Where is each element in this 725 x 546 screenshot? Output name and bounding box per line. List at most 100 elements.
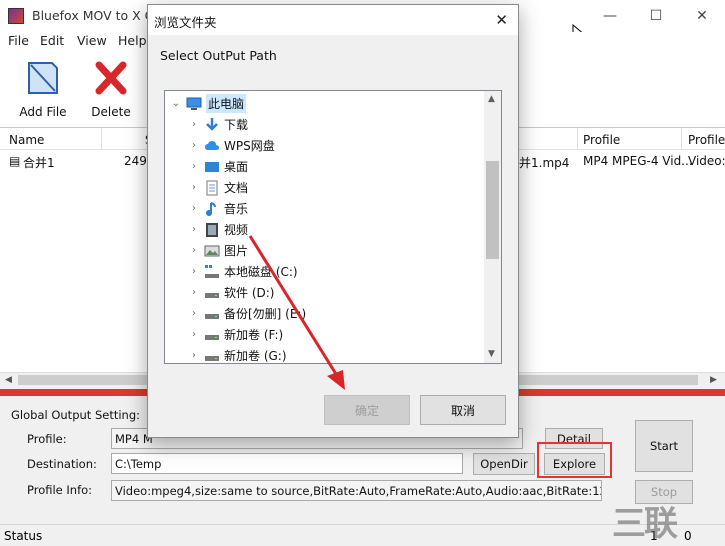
tree-label: 软件 (D:) bbox=[224, 286, 275, 300]
tree-label: 新加卷 (G:) bbox=[224, 349, 287, 363]
delete-button[interactable]: Delete bbox=[81, 56, 141, 122]
tree-item-drive-c[interactable]: › 本地磁盘 (C:) bbox=[187, 261, 298, 282]
delete-icon bbox=[95, 61, 127, 95]
chevron-right-icon[interactable]: › bbox=[187, 245, 201, 256]
add-file-icon bbox=[28, 62, 58, 94]
destination-label: Destination: bbox=[27, 457, 97, 471]
dialog-instruction: Select OutPut Path bbox=[160, 48, 277, 63]
chevron-right-icon[interactable]: › bbox=[187, 140, 201, 151]
tree-label: 音乐 bbox=[224, 202, 249, 216]
music-icon bbox=[206, 201, 216, 216]
drive-icon bbox=[205, 334, 219, 340]
dialog-title: 浏览文件夹 bbox=[154, 15, 217, 30]
profile-info-label: Profile Info: bbox=[27, 483, 93, 497]
chevron-right-icon[interactable]: › bbox=[187, 350, 201, 361]
folder-tree: ⌄ 此电脑 › 下载 › WPS网盘 › 桌面 › 文档 › 音乐 › 视频 ›… bbox=[164, 90, 502, 364]
row-profile-info: Video:r bbox=[688, 154, 725, 168]
delete-label: Delete bbox=[91, 105, 131, 119]
start-button[interactable]: Start bbox=[635, 420, 693, 472]
column-divider[interactable] bbox=[681, 128, 682, 150]
drive-icon bbox=[205, 355, 219, 361]
tree-label: 此电脑 bbox=[206, 94, 247, 113]
profile-label: Profile: bbox=[27, 432, 67, 446]
drive-icon bbox=[205, 292, 219, 298]
chevron-right-icon[interactable]: › bbox=[187, 161, 201, 172]
row-output: 并1.mp4 bbox=[519, 156, 570, 170]
tree-item-videos[interactable]: › 视频 bbox=[187, 219, 248, 240]
scroll-left-icon[interactable]: ◀ bbox=[5, 375, 12, 385]
close-button[interactable]: ✕ bbox=[679, 0, 725, 32]
chevron-right-icon[interactable]: › bbox=[187, 329, 201, 340]
browse-folder-dialog: 浏览文件夹 ✕ Select OutPut Path ⌄ 此电脑 › 下载 › … bbox=[147, 4, 519, 438]
tree-item-music[interactable]: › 音乐 bbox=[187, 198, 248, 219]
menu-help[interactable]: Help bbox=[118, 33, 147, 48]
row-profile: MP4 MPEG-4 Vid... bbox=[583, 154, 693, 168]
chevron-right-icon[interactable]: › bbox=[187, 224, 201, 235]
cancel-button[interactable]: 取消 bbox=[420, 395, 506, 425]
column-name[interactable]: Name bbox=[9, 133, 44, 147]
menu-file[interactable]: File bbox=[8, 33, 29, 48]
tree-label: 桌面 bbox=[224, 160, 249, 174]
system-drive-icon bbox=[205, 264, 219, 278]
tree-label: 文档 bbox=[224, 181, 249, 195]
picture-icon bbox=[204, 245, 220, 256]
tree-item-drive-e[interactable]: › 备份[勿删] (E:) bbox=[187, 303, 306, 324]
ok-button[interactable]: 确定 bbox=[324, 395, 410, 425]
tree-label: WPS网盘 bbox=[224, 139, 275, 153]
chevron-down-icon[interactable]: ⌄ bbox=[169, 98, 183, 109]
scroll-thumb[interactable] bbox=[486, 161, 499, 259]
download-icon bbox=[206, 117, 218, 131]
dialog-close-icon[interactable]: ✕ bbox=[495, 11, 508, 29]
tree-item-documents[interactable]: › 文档 bbox=[187, 177, 248, 198]
document-icon bbox=[206, 180, 218, 195]
tree-item-drive-f[interactable]: › 新加卷 (F:) bbox=[187, 324, 283, 345]
minimize-button[interactable]: — bbox=[587, 0, 633, 32]
column-divider[interactable] bbox=[101, 128, 102, 150]
add-file-label: Add File bbox=[19, 105, 67, 119]
tree-item-wps-cloud[interactable]: › WPS网盘 bbox=[187, 135, 275, 156]
window-title: Bluefox MOV to X C bbox=[32, 8, 154, 23]
scroll-up-icon[interactable]: ▲ bbox=[488, 94, 495, 104]
tree-item-drive-d[interactable]: › 软件 (D:) bbox=[187, 282, 274, 303]
chevron-right-icon[interactable]: › bbox=[187, 119, 201, 130]
status-text: Status bbox=[4, 529, 43, 543]
menu-view[interactable]: View bbox=[77, 33, 107, 48]
chevron-right-icon[interactable]: › bbox=[187, 308, 201, 319]
drive-icon bbox=[205, 313, 219, 319]
profile-info-field[interactable]: Video:mpeg4,size:same to source,BitRate:… bbox=[111, 480, 602, 501]
global-output-label: Global Output Setting: bbox=[11, 408, 140, 422]
app-icon bbox=[8, 8, 24, 24]
tree-item-this-pc[interactable]: ⌄ 此电脑 bbox=[169, 93, 247, 114]
column-profile[interactable]: Profile bbox=[583, 133, 620, 147]
cloud-icon bbox=[205, 140, 219, 150]
scroll-right-icon[interactable]: ▶ bbox=[710, 375, 717, 385]
chevron-right-icon[interactable]: › bbox=[187, 182, 201, 193]
row-name: 合并1 bbox=[23, 156, 55, 170]
chevron-right-icon[interactable]: › bbox=[187, 266, 201, 277]
maximize-button[interactable]: ☐ bbox=[633, 0, 679, 32]
tree-label: 下载 bbox=[224, 118, 249, 132]
column-profile-info[interactable]: Profile I bbox=[688, 133, 725, 147]
chevron-right-icon[interactable]: › bbox=[187, 287, 201, 298]
chevron-right-icon[interactable]: › bbox=[187, 203, 201, 214]
tree-label: 新加卷 (F:) bbox=[224, 328, 284, 342]
tree-label: 本地磁盘 (C:) bbox=[224, 265, 298, 279]
tree-item-desktop[interactable]: › 桌面 bbox=[187, 156, 248, 177]
highlight-box bbox=[537, 442, 612, 478]
menu-edit[interactable]: Edit bbox=[40, 33, 64, 48]
video-icon bbox=[206, 222, 218, 237]
column-divider[interactable] bbox=[577, 128, 578, 150]
destination-input[interactable]: C:\Temp bbox=[111, 453, 463, 474]
dialog-title-bar: 浏览文件夹 ✕ bbox=[148, 5, 518, 35]
scroll-down-icon[interactable]: ▼ bbox=[488, 349, 495, 359]
tree-label: 备份[勿删] (E:) bbox=[224, 307, 307, 321]
tree-item-pictures[interactable]: › 图片 bbox=[187, 240, 248, 261]
desktop-icon bbox=[205, 161, 219, 172]
opendir-button[interactable]: OpenDir bbox=[473, 453, 535, 475]
tree-item-drive-g[interactable]: › 新加卷 (G:) bbox=[187, 345, 287, 363]
tree-label: 图片 bbox=[224, 244, 249, 258]
tree-label: 视频 bbox=[224, 223, 249, 237]
add-file-button[interactable]: Add File bbox=[13, 56, 73, 122]
tree-vertical-scrollbar[interactable]: ▲ ▼ bbox=[484, 91, 501, 363]
tree-item-downloads[interactable]: › 下载 bbox=[187, 114, 248, 135]
